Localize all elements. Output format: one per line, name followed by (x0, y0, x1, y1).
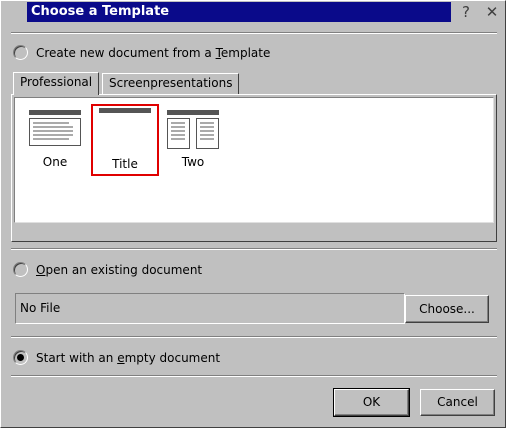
template-radio[interactable] (13, 45, 28, 60)
template-tab-panel: One Title Two (11, 94, 497, 242)
template-icon-view: One Title Two (14, 97, 494, 223)
ok-button[interactable]: OK (333, 388, 410, 417)
template-name: Two (181, 155, 205, 169)
close-icon[interactable]: ✕ (482, 3, 502, 21)
empty-document-radio[interactable] (13, 350, 28, 365)
tab-professional[interactable]: Professional (13, 72, 100, 95)
cancel-button[interactable]: Cancel (420, 389, 495, 416)
choose-template-dialog: Choose a Template ? ✕ Create new documen… (0, 0, 506, 428)
file-path-field[interactable]: No File (15, 293, 405, 324)
help-button[interactable]: ? (456, 3, 476, 21)
title-only-doc-icon (99, 108, 151, 113)
open-existing-radio-label[interactable]: Open an existing document (36, 263, 202, 277)
empty-document-radio-label[interactable]: Start with an empty document (36, 351, 220, 365)
single-column-doc-icon (29, 110, 81, 146)
template-item-title[interactable]: Title (91, 104, 159, 176)
open-existing-radio[interactable] (13, 262, 28, 277)
template-name: Title (112, 157, 138, 171)
separator (11, 336, 497, 338)
template-name: One (42, 155, 68, 169)
separator (11, 32, 497, 34)
template-radio-label[interactable]: Create new document from a Template (36, 46, 270, 60)
two-column-doc-icon (167, 110, 219, 149)
window-title: Choose a Template (31, 4, 170, 19)
separator (11, 248, 497, 250)
separator (11, 375, 497, 377)
template-item-one[interactable]: One (23, 104, 87, 172)
choose-file-button[interactable]: Choose... (405, 295, 489, 323)
template-item-two[interactable]: Two (161, 104, 225, 172)
tab-screenpresentations[interactable]: Screenpresentations (102, 73, 240, 94)
